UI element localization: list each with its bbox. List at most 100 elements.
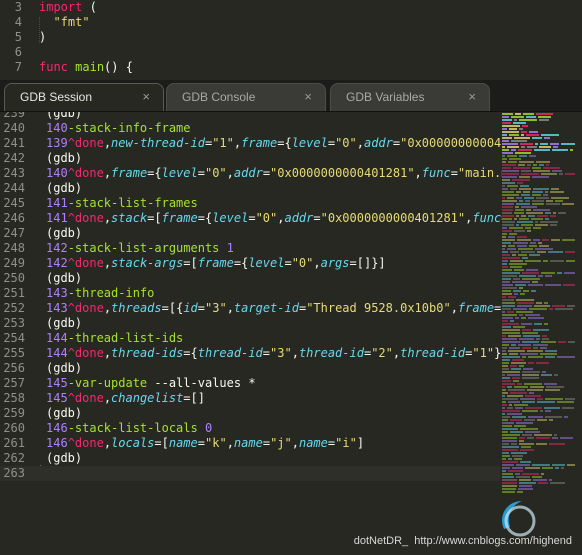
minimap-mark — [502, 374, 505, 376]
minimap-mark — [514, 269, 524, 271]
minimap-mark — [502, 344, 509, 346]
code-token: = — [284, 256, 292, 270]
minimap-mark — [534, 149, 550, 151]
minimap-mark — [560, 437, 573, 439]
line-code: (gdb) — [46, 271, 82, 286]
minimap-mark — [502, 155, 505, 157]
minimap-mark — [519, 128, 523, 130]
code-line: 251 143-thread-info — [0, 286, 500, 301]
minimap-mark — [514, 293, 518, 295]
code-token: 144 — [46, 346, 68, 360]
minimap-mark — [507, 185, 518, 187]
minimap-mark — [525, 227, 531, 229]
minimap-mark — [518, 149, 532, 151]
minimap-mark — [522, 278, 540, 280]
minimap-mark — [544, 137, 550, 139]
minimap-mark — [521, 323, 532, 325]
tab-gdb-variables[interactable]: GDB Variables × — [330, 83, 490, 111]
code-token: 146 — [46, 421, 68, 435]
minimap-mark — [533, 188, 549, 190]
minimap-mark — [567, 464, 575, 466]
code-token: ={ — [277, 136, 292, 150]
minimap-mark — [522, 473, 539, 475]
minimap-mark — [521, 317, 526, 319]
minimap[interactable] — [502, 113, 577, 513]
minimap-mark — [502, 359, 510, 361]
code-line: 249 142^done,stack-args=[frame={level="0"… — [0, 256, 500, 271]
minimap-mark — [502, 164, 516, 166]
minimap-mark — [515, 317, 519, 319]
minimap-mark — [502, 263, 507, 265]
tab-label: GDB Variables — [346, 90, 425, 104]
code-token: 141 — [46, 196, 68, 210]
line-number: 244 — [3, 181, 25, 195]
minimap-mark — [502, 125, 520, 127]
code-token: =[ — [154, 436, 169, 450]
source-editor-pane[interactable]: 3 import (4 "fmt" 5) 6 7 func main() { — [0, 0, 582, 80]
minimap-mark — [518, 248, 533, 250]
minimap-mark — [510, 260, 523, 262]
minimap-mark — [502, 206, 513, 208]
minimap-mark — [507, 413, 522, 415]
code-token: ^done — [67, 136, 104, 150]
code-token: , — [103, 256, 112, 270]
minimap-mark — [508, 335, 521, 337]
minimap-mark — [519, 314, 523, 316]
minimap-mark — [502, 188, 508, 190]
minimap-mark — [528, 284, 543, 286]
close-icon[interactable]: × — [468, 89, 476, 104]
code-token: func — [39, 60, 68, 74]
minimap-mark — [502, 353, 507, 355]
close-icon[interactable]: × — [304, 89, 312, 104]
code-token: thread-id — [400, 346, 466, 360]
minimap-mark — [519, 176, 530, 178]
minimap-mark — [515, 407, 523, 409]
minimap-mark — [517, 302, 534, 304]
code-token: ^done — [67, 166, 104, 180]
minimap-mark — [502, 200, 517, 202]
code-token: "0x0000000000401281" — [320, 211, 466, 225]
minimap-mark — [512, 254, 516, 256]
line-number: 245 — [3, 196, 25, 210]
minimap-mark — [502, 182, 515, 184]
minimap-mark — [543, 260, 548, 262]
tab-gdb-session[interactable]: GDB Session × — [4, 83, 164, 111]
tab-gdb-console[interactable]: GDB Console × — [166, 83, 326, 111]
minimap-mark — [502, 368, 509, 370]
code-token: (gdb) — [46, 451, 83, 465]
code-token: = — [262, 166, 271, 180]
code-token: stack — [111, 211, 148, 225]
minimap-mark — [532, 176, 549, 178]
line-code: (gdb) — [46, 451, 82, 466]
code-token: 143 — [46, 301, 68, 315]
minimap-mark — [554, 434, 557, 436]
minimap-mark — [508, 458, 512, 460]
minimap-mark — [502, 362, 509, 364]
code-token: 140 — [46, 166, 68, 180]
minimap-mark — [521, 173, 539, 175]
minimap-mark — [561, 467, 564, 469]
code-line: 262 (gdb) — [0, 451, 500, 466]
line-code: ) — [39, 30, 46, 45]
minimap-mark — [565, 398, 575, 400]
code-line: 263 — [0, 466, 500, 481]
minimap-mark — [502, 323, 519, 325]
minimap-mark — [541, 272, 555, 274]
minimap-mark — [551, 239, 560, 241]
minimap-mark — [550, 143, 559, 145]
tab-label: GDB Session — [20, 90, 93, 104]
minimap-mark — [527, 389, 543, 391]
close-icon[interactable]: × — [142, 89, 150, 104]
minimap-mark — [533, 347, 538, 349]
minimap-mark — [519, 437, 525, 439]
minimap-mark — [507, 197, 514, 199]
minimap-mark — [502, 269, 512, 271]
line-number: 255 — [3, 346, 25, 360]
minimap-mark — [507, 395, 523, 397]
code-token: "k" — [205, 436, 227, 450]
gdb-session-editor[interactable]: 239 (gdb) 240 140-stack-info-frame 241 139^do… — [0, 112, 582, 555]
minimap-mark — [502, 173, 519, 175]
minimap-mark — [517, 221, 533, 223]
minimap-mark — [502, 128, 507, 130]
